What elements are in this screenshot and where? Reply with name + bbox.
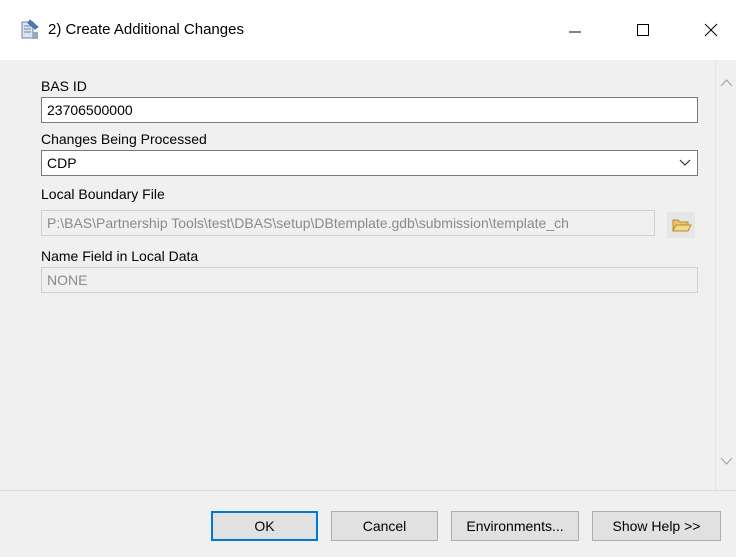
show-help-button[interactable]: Show Help >> [592, 511, 721, 541]
browse-button[interactable] [667, 212, 695, 238]
dialog-window: 2) Create Additional Changes BAS ID 2370… [0, 0, 736, 557]
changes-select[interactable]: CDP [41, 150, 698, 176]
name-field-label: Name Field in Local Data [41, 248, 199, 264]
open-folder-icon [672, 219, 692, 232]
title-bar: 2) Create Additional Changes [0, 0, 736, 60]
boundary-file-label: Local Boundary File [41, 186, 165, 202]
script-tool-icon [21, 19, 39, 39]
maximize-button[interactable] [620, 14, 666, 46]
boundary-file-input[interactable]: P:\BAS\Partnership Tools\test\DBAS\setup… [41, 210, 655, 236]
ok-button[interactable]: OK [211, 511, 318, 541]
minimize-button[interactable] [552, 14, 598, 46]
name-field-input[interactable]: NONE [41, 267, 698, 293]
bas-id-label: BAS ID [41, 78, 87, 94]
changes-label: Changes Being Processed [41, 131, 207, 147]
changes-select-value: CDP [47, 155, 77, 171]
footer-divider [0, 490, 736, 491]
scroll-up-arrow-icon[interactable] [719, 78, 734, 88]
environments-button[interactable]: Environments... [451, 511, 579, 541]
scroll-down-arrow-icon[interactable] [719, 456, 734, 466]
bas-id-input[interactable]: 23706500000 [41, 97, 698, 123]
vertical-scrollbar[interactable] [715, 60, 736, 490]
chevron-down-icon [679, 159, 691, 166]
close-button[interactable] [688, 14, 734, 46]
window-title: 2) Create Additional Changes [48, 21, 244, 38]
cancel-button[interactable]: Cancel [331, 511, 438, 541]
